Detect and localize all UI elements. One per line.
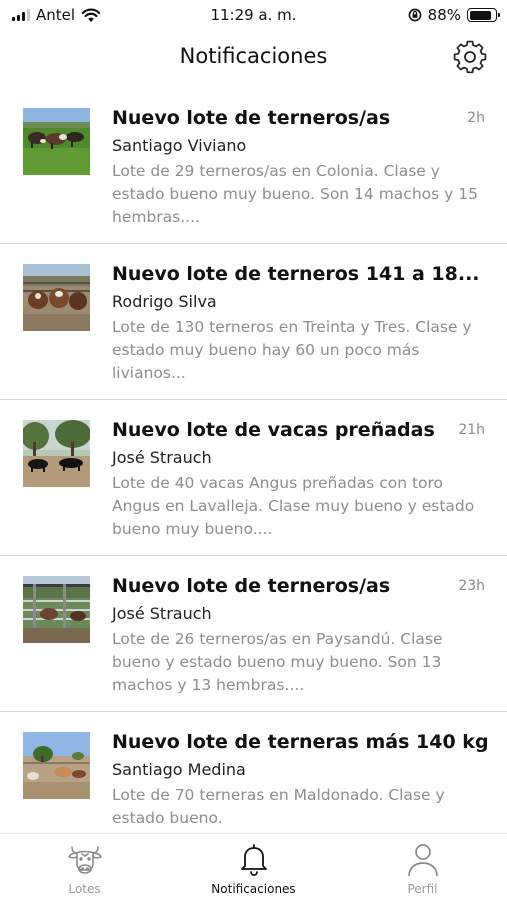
- notification-item[interactable]: Nuevo lote de vacas preñadas 21h José St…: [0, 400, 507, 556]
- tab-bar: Lotes Notificaciones Perfil: [0, 833, 507, 901]
- notification-item[interactable]: Nuevo lote de terneros/as 2h Santiago Vi…: [0, 88, 507, 244]
- gear-icon[interactable]: [453, 40, 487, 74]
- calves-in-pen-thumbnail: [23, 264, 90, 331]
- calves-in-green-field-thumbnail: [23, 108, 90, 175]
- battery-percent: 88%: [427, 6, 461, 24]
- notification-author: Rodrigo Silva: [112, 292, 217, 311]
- notification-title: Nuevo lote de terneros/as: [112, 107, 391, 129]
- calves-behind-fence-thumbnail: [23, 576, 90, 643]
- notification-description: Lote de 26 terneros/as en Paysandú. Clas…: [112, 630, 443, 694]
- notification-description: Lote de 130 terneros en Treinta y Tres. …: [112, 318, 472, 382]
- person-icon: [407, 844, 438, 877]
- notification-description: Lote de 70 terneras en Maldonado. Clase …: [112, 786, 445, 827]
- notification-title: Nuevo lote de vacas preñadas: [112, 419, 435, 441]
- tab-label: Notificaciones: [211, 882, 296, 896]
- page-title: Notificaciones: [179, 44, 328, 68]
- notification-title: Nuevo lote de terneros 141 a 18...: [112, 263, 480, 285]
- tab-perfil[interactable]: Perfil: [338, 834, 507, 901]
- status-bar: Antel 11:29 a. m. 88%: [0, 0, 507, 32]
- notification-item[interactable]: Nuevo lote de terneros 141 a 18... Rodri…: [0, 244, 507, 400]
- battery-group: 88%: [408, 6, 500, 24]
- bell-icon: [240, 844, 267, 876]
- nav-header: Notificaciones: [0, 32, 507, 84]
- notification-description: Lote de 29 terneros/as en Colonia. Clase…: [112, 162, 478, 226]
- notification-title: Nuevo lote de terneros/as: [112, 575, 391, 597]
- notification-list[interactable]: Nuevo lote de terneros/as 2h Santiago Vi…: [0, 88, 507, 833]
- notification-description: Lote de 40 vacas Angus preñadas con toro…: [112, 474, 475, 538]
- tab-lotes[interactable]: Lotes: [0, 834, 169, 901]
- notification-author: José Strauch: [112, 604, 212, 623]
- tab-label: Lotes: [68, 882, 101, 896]
- cow-head-icon: [67, 846, 102, 874]
- notification-time: 2h: [467, 110, 485, 126]
- notification-author: Santiago Medina: [112, 760, 246, 779]
- angus-cows-under-trees-thumbnail: [23, 420, 90, 487]
- tab-label: Perfil: [407, 882, 438, 896]
- battery-icon: [467, 8, 500, 22]
- notification-author: José Strauch: [112, 448, 212, 467]
- orientation-lock-icon: [408, 8, 422, 22]
- notification-author: Santiago Viviano: [112, 136, 247, 155]
- notification-time: 23h: [458, 578, 485, 594]
- notification-item[interactable]: Nuevo lote de terneros/as 23h José Strau…: [0, 556, 507, 712]
- notification-title: Nuevo lote de terneras más 140 kg: [112, 731, 489, 753]
- notification-time: 21h: [458, 422, 485, 438]
- notification-item[interactable]: Nuevo lote de terneras más 140 kg Santia…: [0, 712, 507, 833]
- tab-notificaciones[interactable]: Notificaciones: [169, 834, 338, 901]
- heifers-in-corral-thumbnail: [23, 732, 90, 799]
